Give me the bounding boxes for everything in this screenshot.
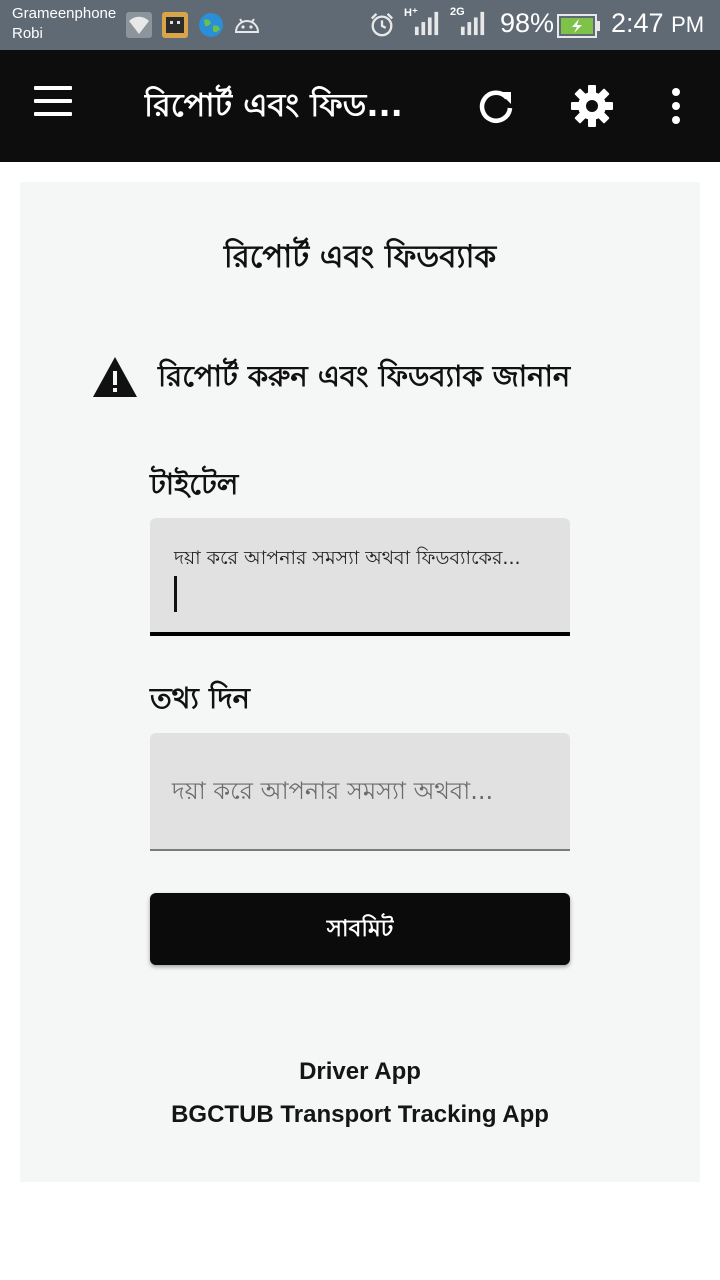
info-field-label: তথ্য দিন xyxy=(150,681,250,715)
alarm-icon xyxy=(370,13,394,37)
submit-button[interactable]: সাবমিট xyxy=(150,893,570,965)
notice-row: রিপোর্ট করুন এবং ফিডব্যাক জানান xyxy=(92,352,672,402)
title-field-label: টাইটেল xyxy=(150,467,239,501)
clock-time: 2:47 xyxy=(611,8,664,38)
android-icon xyxy=(234,18,260,33)
signal-icon xyxy=(414,11,439,36)
app-notification-icon xyxy=(162,12,188,38)
info-input-placeholder: দয়া করে আপনার সমস্যা অথবা... xyxy=(172,777,494,805)
signal-icon xyxy=(460,11,485,36)
globe-icon xyxy=(199,13,223,37)
menu-button[interactable] xyxy=(34,86,78,126)
footer-app-full-name: BGCTUB Transport Tracking App xyxy=(171,1101,549,1128)
carrier-2: Robi xyxy=(12,25,43,42)
battery-percent: 98% xyxy=(500,8,555,38)
clock: 2:47 PM xyxy=(611,8,704,39)
notice-text: রিপোর্ট করুন এবং ফিডব্যাক জানান xyxy=(158,359,571,393)
info-input[interactable]: দয়া করে আপনার সমস্যা অথবা... xyxy=(150,733,570,851)
gear-icon[interactable] xyxy=(570,84,614,128)
title-input[interactable]: দয়া করে আপনার সমস্যা অথবা ফিডব্যাকের... xyxy=(150,518,570,636)
menu-icon xyxy=(34,86,78,116)
carrier-info: Grameenphone Robi xyxy=(12,4,116,44)
text-cursor xyxy=(174,576,177,612)
clock-ampm: PM xyxy=(671,12,705,37)
status-bar: Grameenphone Robi H⁺ 2G 98% 2:47 PM xyxy=(0,0,720,50)
footer-app-name: Driver App xyxy=(299,1058,421,1085)
wifi-icon xyxy=(126,12,152,38)
warning-icon xyxy=(93,357,137,397)
refresh-icon[interactable] xyxy=(474,84,518,128)
app-bar: রিপোর্ট এবং ফিড... xyxy=(0,50,720,162)
report-feedback-card: রিপোর্ট এবং ফিডব্যাক রিপোর্ট করুন এবং ফি… xyxy=(20,182,700,1182)
more-vert-icon[interactable] xyxy=(654,84,698,128)
app-bar-title: রিপোর্ট এবং ফিড... xyxy=(144,86,403,124)
title-input-value: দয়া করে আপনার সমস্যা অথবা ফিডব্যাকের... xyxy=(174,547,521,569)
battery-charging-icon xyxy=(557,14,600,38)
page-title: রিপোর্ট এবং ফিডব্যাক xyxy=(223,239,497,275)
carrier-1: Grameenphone xyxy=(12,5,117,22)
